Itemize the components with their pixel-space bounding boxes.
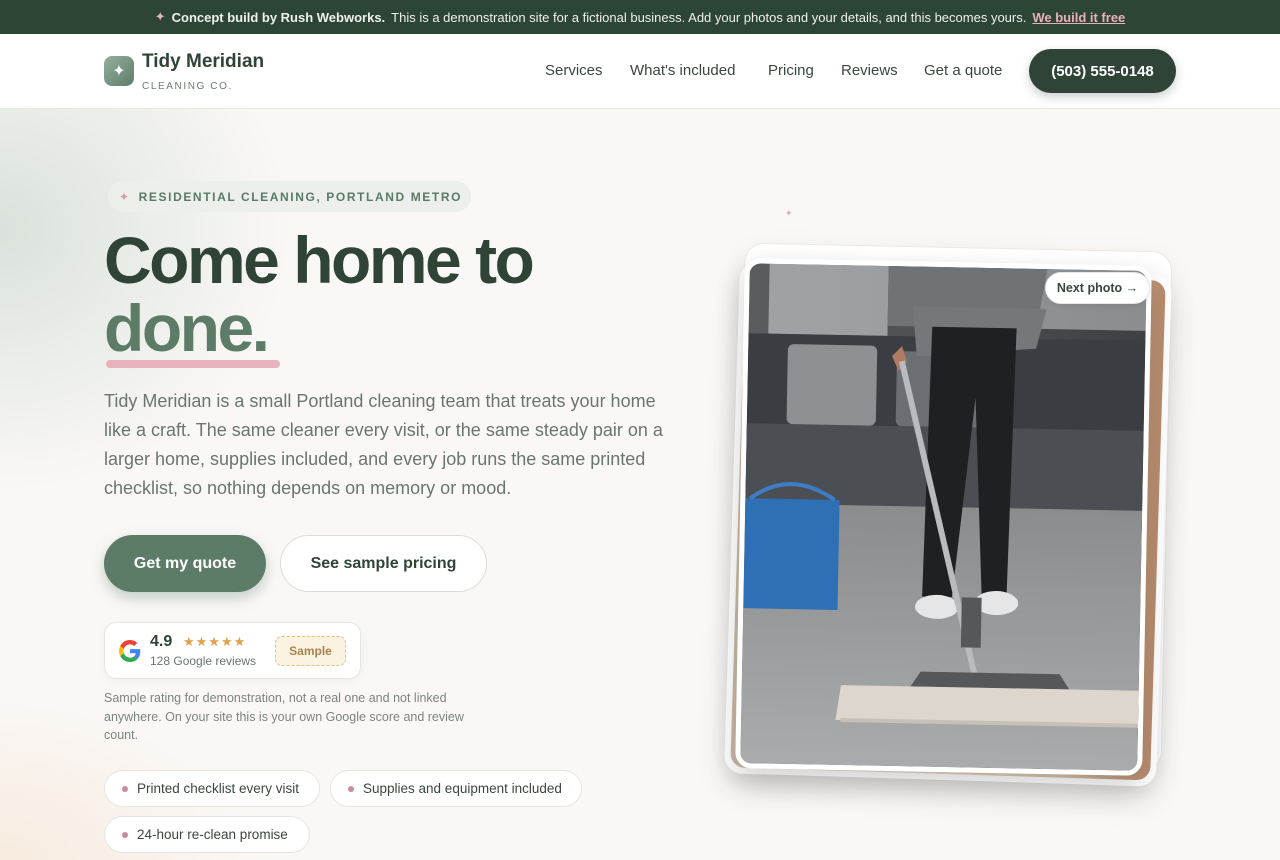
get-quote-button[interactable]: Get my quote: [104, 535, 266, 592]
promo-banner: ✦ Concept build by Rush Webworks. This i…: [0, 0, 1280, 34]
nav-services[interactable]: Services: [545, 62, 603, 79]
headline-line-2: done.: [104, 291, 270, 365]
google-icon: [119, 640, 141, 662]
eyebrow-text: RESIDENTIAL CLEANING, PORTLAND METRO: [138, 189, 463, 204]
sample-badge: Sample: [275, 636, 346, 666]
feature-chip-label: Printed checklist every visit: [137, 781, 300, 796]
banner-link[interactable]: We build it free: [1032, 10, 1125, 25]
sparkle-icon: ✦: [154, 9, 166, 24]
mopping-photo-illustration: [740, 263, 1147, 771]
phone-button[interactable]: (503) 555-0148: [1029, 49, 1176, 93]
nav-get-a-quote[interactable]: Get a quote: [924, 62, 1002, 79]
next-photo-button[interactable]: Next photo →: [1045, 272, 1150, 304]
review-count: 128 Google reviews: [150, 654, 257, 668]
rating-card: 4.9 ★★★★★ 128 Google reviews Sample: [104, 622, 361, 679]
hero-description: Tidy Meridian is a small Portland cleani…: [104, 391, 663, 498]
feature-chip: Printed checklist every visit: [104, 770, 320, 807]
nav-whats-included[interactable]: What's included: [630, 62, 735, 79]
headline-underline: [106, 360, 280, 368]
banner-text: This is a demonstration site for a ficti…: [391, 9, 1027, 25]
feature-chip: Supplies and equipment included: [330, 770, 582, 807]
feature-chip-label: Supplies and equipment included: [363, 781, 562, 796]
hero-eyebrow: ✦ RESIDENTIAL CLEANING, PORTLAND METRO: [108, 181, 471, 212]
bullet-dot-icon: [348, 785, 354, 792]
feature-chip: 24-hour re-clean promise: [104, 816, 310, 853]
star-rating-icon: ★★★★★: [183, 634, 247, 649]
rating-disclaimer: Sample rating for demonstration, not a r…: [104, 691, 464, 742]
headline-line-1: Come home to: [104, 223, 535, 297]
bullet-dot-icon: [122, 785, 128, 792]
banner-lead: Concept build by Rush Webworks.: [171, 9, 386, 25]
sparkle-icon: ✦: [785, 208, 793, 218]
sparkle-icon: ✦: [119, 189, 131, 204]
site-header: ✦ Tidy Meridian CLEANING CO. Services Wh…: [0, 34, 1280, 109]
brand-name[interactable]: Tidy Meridian: [142, 51, 264, 73]
brand-tagline: CLEANING CO.: [142, 81, 233, 92]
hero-photo-mopping: [735, 258, 1152, 776]
nav-reviews[interactable]: Reviews: [841, 62, 898, 79]
sparkle-icon[interactable]: ✦: [104, 56, 134, 86]
rating-score: 4.9: [150, 633, 173, 650]
feature-chip-label: 24-hour re-clean promise: [137, 827, 288, 842]
hero-headline: Come home to done.: [104, 223, 535, 365]
nav-pricing[interactable]: Pricing: [768, 62, 814, 79]
bullet-dot-icon: [122, 831, 128, 838]
sample-pricing-button[interactable]: See sample pricing: [280, 535, 487, 592]
